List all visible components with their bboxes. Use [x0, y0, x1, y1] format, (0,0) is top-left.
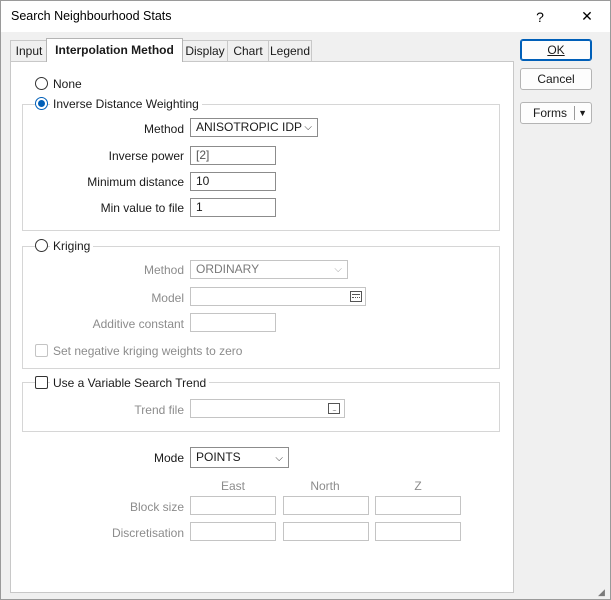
- idw-min-distance-value: 10: [196, 174, 210, 188]
- none-radio[interactable]: [35, 77, 48, 90]
- idw-min-distance-input[interactable]: 10: [190, 172, 276, 191]
- idw-power-label: Inverse power: [108, 149, 184, 163]
- column-z: Z: [414, 479, 422, 493]
- help-icon: ?: [536, 8, 544, 25]
- idw-method-value: ANISOTROPIC IDP: [196, 120, 303, 134]
- tab-display[interactable]: Display: [182, 40, 228, 61]
- list-picker-icon[interactable]: [350, 291, 362, 302]
- kriging-model-label: Model: [151, 291, 184, 305]
- trend-label: Use a Variable Search Trend: [50, 376, 210, 390]
- negative-weights-checkbox[interactable]: [35, 344, 48, 357]
- kriging-method-value: ORDINARY: [196, 262, 260, 276]
- forms-dropdown-icon[interactable]: ▼: [578, 103, 587, 123]
- kriging-additive-label: Additive constant: [92, 317, 184, 331]
- discretisation-z-input[interactable]: [375, 522, 461, 541]
- discretisation-east-input[interactable]: [190, 522, 276, 541]
- idw-method-select[interactable]: ANISOTROPIC IDP ⌵: [190, 118, 318, 137]
- resize-grip-icon[interactable]: ◢: [598, 587, 608, 597]
- ok-button[interactable]: OK: [520, 39, 592, 61]
- idw-power-value: [2]: [196, 148, 210, 162]
- discretisation-north-input[interactable]: [283, 522, 369, 541]
- cancel-label: Cancel: [537, 72, 575, 86]
- tab-interpolation-method[interactable]: Interpolation Method: [46, 38, 183, 62]
- trend-file-label: Trend file: [134, 403, 184, 417]
- idw-min-distance-label: Minimum distance: [87, 175, 184, 189]
- forms-split-divider: [574, 106, 575, 120]
- tab-input[interactable]: Input: [10, 40, 48, 61]
- close-icon: ✕: [581, 8, 593, 24]
- discretisation-label: Discretisation: [111, 526, 184, 540]
- idw-min-value-input[interactable]: 1: [190, 198, 276, 217]
- mode-select[interactable]: POINTS ⌵: [190, 447, 289, 468]
- cancel-button[interactable]: Cancel: [520, 68, 592, 90]
- tab-panel: None Inverse Distance Weighting Method A…: [10, 61, 514, 593]
- chevron-down-icon: ⌵: [334, 264, 342, 275]
- idw-min-value-label: Min value to file: [100, 201, 184, 215]
- trend-file-input[interactable]: ...: [190, 399, 345, 418]
- tab-chart[interactable]: Chart: [227, 40, 269, 61]
- dialog-window: Search Neighbourhood Stats ? ✕ Input Int…: [0, 0, 611, 600]
- kriging-additive-input[interactable]: [190, 313, 276, 332]
- close-button[interactable]: ✕: [564, 1, 610, 32]
- chevron-down-icon: ⌵: [275, 453, 283, 464]
- negative-weights-label: Set negative kriging weights to zero: [53, 344, 243, 358]
- browse-icon[interactable]: ...: [328, 403, 340, 414]
- column-north: North: [310, 479, 340, 493]
- mode-label: Mode: [153, 451, 184, 465]
- forms-button[interactable]: Forms ▼: [520, 102, 592, 124]
- kriging-model-input[interactable]: [190, 287, 366, 306]
- chevron-down-icon: ⌵: [304, 122, 312, 133]
- idw-radio[interactable]: [35, 97, 48, 110]
- trend-checkbox[interactable]: [35, 376, 48, 389]
- block-size-label: Block size: [129, 500, 184, 514]
- ok-label: OK: [547, 43, 565, 57]
- kriging-radio[interactable]: [35, 239, 48, 252]
- kriging-label: Kriging: [50, 239, 94, 253]
- forms-label: Forms: [533, 106, 567, 120]
- tab-legend[interactable]: Legend: [268, 40, 312, 61]
- idw-min-value-value: 1: [196, 200, 203, 214]
- block-size-z-input[interactable]: [375, 496, 461, 515]
- block-size-east-input[interactable]: [190, 496, 276, 515]
- idw-method-label: Method: [143, 122, 184, 136]
- title-bar: Search Neighbourhood Stats ? ✕: [1, 1, 610, 32]
- column-east: East: [220, 479, 245, 493]
- idw-label: Inverse Distance Weighting: [50, 97, 202, 111]
- mode-value: POINTS: [196, 450, 241, 464]
- none-label: None: [53, 77, 82, 91]
- kriging-method-label: Method: [143, 263, 184, 277]
- block-size-north-input[interactable]: [283, 496, 369, 515]
- kriging-method-select[interactable]: ORDINARY ⌵: [190, 260, 348, 279]
- window-title: Search Neighbourhood Stats: [11, 9, 172, 23]
- help-button[interactable]: ?: [517, 1, 563, 32]
- idw-power-input[interactable]: [2]: [190, 146, 276, 165]
